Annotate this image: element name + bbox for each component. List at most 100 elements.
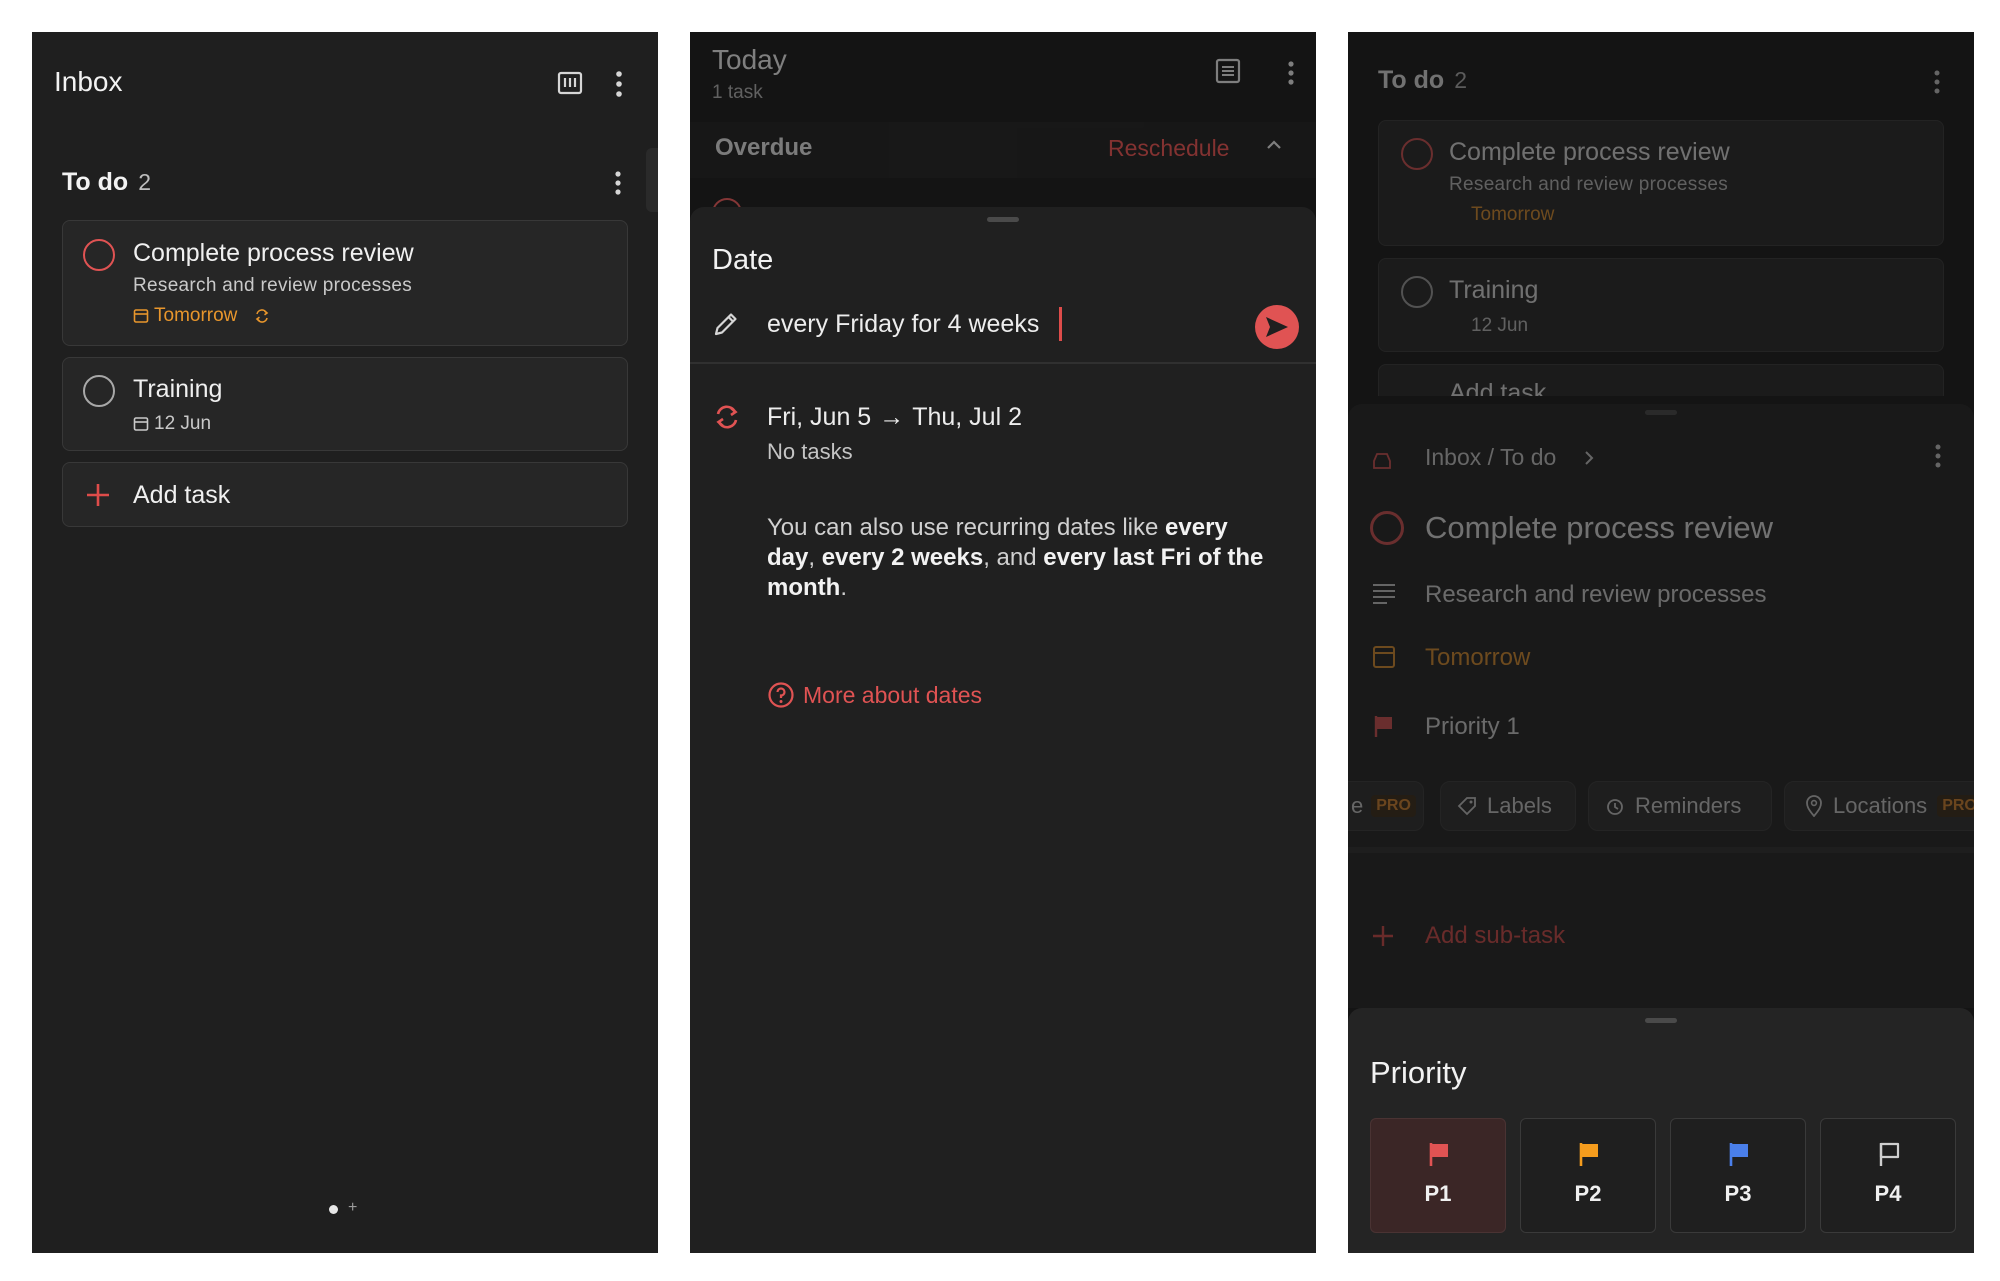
task-card[interactable]: Complete process review Research and rev… (62, 220, 628, 346)
priority-p2-button[interactable]: P2 (1520, 1118, 1656, 1233)
more-about-dates-label: More about dates (803, 681, 983, 708)
pencil-icon (714, 313, 737, 336)
task-detail-title[interactable]: Complete process review (1425, 510, 1773, 546)
no-tasks-text: No tasks (767, 439, 853, 464)
flag-icon (1374, 716, 1392, 737)
task-card[interactable]: Complete process review Research and rev… (1378, 120, 1944, 246)
flag-p3-icon (1729, 1143, 1748, 1166)
submit-button[interactable] (1255, 305, 1299, 349)
page-indicator-active[interactable] (329, 1205, 338, 1214)
priority-p3-label: P3 (1724, 1181, 1752, 1206)
recurring-icon (255, 309, 269, 323)
task-title: Complete process review (133, 239, 414, 267)
sheet-grab-handle[interactable] (1645, 410, 1677, 415)
priority-p4-button[interactable]: P4 (1820, 1118, 1956, 1233)
description-icon (1373, 584, 1395, 604)
task-title: Training (133, 375, 223, 403)
priority-p1-button[interactable]: P1 (1370, 1118, 1506, 1233)
chip-locations[interactable]: Locations PRO (1784, 781, 1974, 831)
reschedule-link[interactable]: Reschedule (1108, 135, 1229, 162)
page-title: Inbox (54, 66, 123, 97)
task-description: Research and review processes (1449, 174, 1729, 195)
chip-reminders[interactable]: Reminders (1588, 781, 1772, 831)
task-description: Research and review processes (133, 275, 413, 296)
task-title: Complete process review (1449, 138, 1730, 166)
section-more-icon[interactable] (613, 170, 623, 196)
flag-p2-icon (1579, 1143, 1598, 1166)
inbox-screen: Inbox To do 2 Complete process review Re… (32, 32, 658, 1253)
breadcrumb[interactable]: Inbox / To do (1425, 444, 1556, 471)
date-range: Fri, Jun 5 → Thu, Jul 2 (767, 403, 1022, 432)
recurring-icon (716, 405, 738, 429)
next-column-edge (646, 148, 658, 212)
task-card[interactable]: Training 12 Jun (62, 357, 628, 451)
priority-1-checkbox[interactable] (1370, 511, 1404, 545)
board-view-icon[interactable] (557, 70, 583, 96)
chevron-right-icon[interactable] (1583, 450, 1595, 466)
task-due-date: Tomorrow (1471, 204, 1555, 225)
priority-p2-label: P2 (1574, 1181, 1602, 1206)
more-about-dates-link[interactable]: More about dates (767, 681, 982, 709)
sheet-grab-handle[interactable] (1645, 1018, 1677, 1023)
task-detail-priority[interactable]: Priority 1 (1425, 713, 1520, 741)
divider (690, 362, 1316, 364)
task-detail-sheet: Inbox / To do Complete process review Re… (1348, 404, 1974, 1008)
chip-labels[interactable]: Labels (1440, 781, 1576, 831)
add-task-label: Add task (1449, 379, 1547, 396)
priority-p4-label: P4 (1874, 1181, 1902, 1206)
task-card[interactable]: Training 12 Jun (1378, 258, 1944, 352)
page-title: Today (712, 44, 787, 75)
task-detail-screen: To do 2 Complete process review Research… (1348, 32, 1974, 1253)
calendar-icon (1373, 646, 1395, 668)
task-due-date: 12 Jun (1471, 315, 1529, 336)
section-more-icon[interactable] (1932, 70, 1942, 94)
sheet-grab-handle[interactable] (987, 217, 1019, 222)
plus-icon (1373, 926, 1393, 946)
chevron-up-icon[interactable] (1265, 138, 1283, 152)
help-circle-icon (768, 682, 794, 708)
priority-1-checkbox[interactable] (83, 239, 115, 271)
pro-badge: PRO (1937, 795, 1974, 817)
overdue-label: Overdue (715, 134, 813, 161)
priority-p3-button[interactable]: P3 (1670, 1118, 1806, 1233)
arrow-right-icon: → (879, 403, 905, 431)
task-due-date: Tomorrow (154, 305, 238, 326)
task-detail-description[interactable]: Research and review processes (1425, 581, 1767, 609)
task-detail-due[interactable]: Tomorrow (1425, 644, 1530, 672)
calendar-icon (133, 309, 149, 323)
task-checkbox[interactable] (1401, 276, 1433, 308)
section-count: 2 (1454, 67, 1467, 93)
task-title: Training (1449, 276, 1539, 304)
date-input[interactable]: every Friday for 4 weeks (767, 310, 1039, 339)
section-count: 2 (138, 169, 151, 195)
date-sheet: Date every Friday for 4 weeks Fri, Jun 5… (690, 207, 1316, 1253)
today-screen: Today 1 task Overdue Reschedule Date eve… (690, 32, 1316, 1253)
add-task-label: Add task (133, 481, 231, 509)
range-start: Fri, Jun 5 (767, 403, 872, 431)
sheet-title: Date (712, 244, 774, 276)
pro-badge: PRO (1371, 795, 1416, 817)
plus-icon (87, 484, 109, 506)
section-title: To do (62, 168, 129, 196)
more-options-icon[interactable] (1286, 60, 1296, 86)
more-options-icon[interactable] (614, 70, 624, 98)
add-task-partial: Add task (1378, 364, 1944, 396)
add-task-button[interactable]: Add task (62, 462, 628, 527)
more-options-icon[interactable] (1933, 444, 1943, 468)
priority-1-checkbox[interactable] (1401, 138, 1433, 170)
chip-partial[interactable]: e PRO (1348, 781, 1424, 831)
view-options-icon[interactable] (1215, 58, 1241, 84)
section-header: To do 2 (62, 168, 151, 197)
task-checkbox[interactable] (83, 375, 115, 407)
section-header: To do 2 (1378, 66, 1467, 95)
page-subtitle: 1 task (712, 82, 763, 103)
sheet-title: Priority (1370, 1055, 1467, 1090)
add-subtask-button[interactable]: Add sub-task (1425, 922, 1565, 950)
page-indicator-add[interactable]: + (348, 1199, 357, 1217)
alarm-icon (1607, 799, 1623, 815)
task-due-date: 12 Jun (154, 413, 212, 434)
text-cursor (1059, 307, 1062, 341)
divider (1348, 847, 1974, 853)
tag-icon (1457, 797, 1476, 816)
range-end: Thu, Jul 2 (912, 403, 1022, 431)
